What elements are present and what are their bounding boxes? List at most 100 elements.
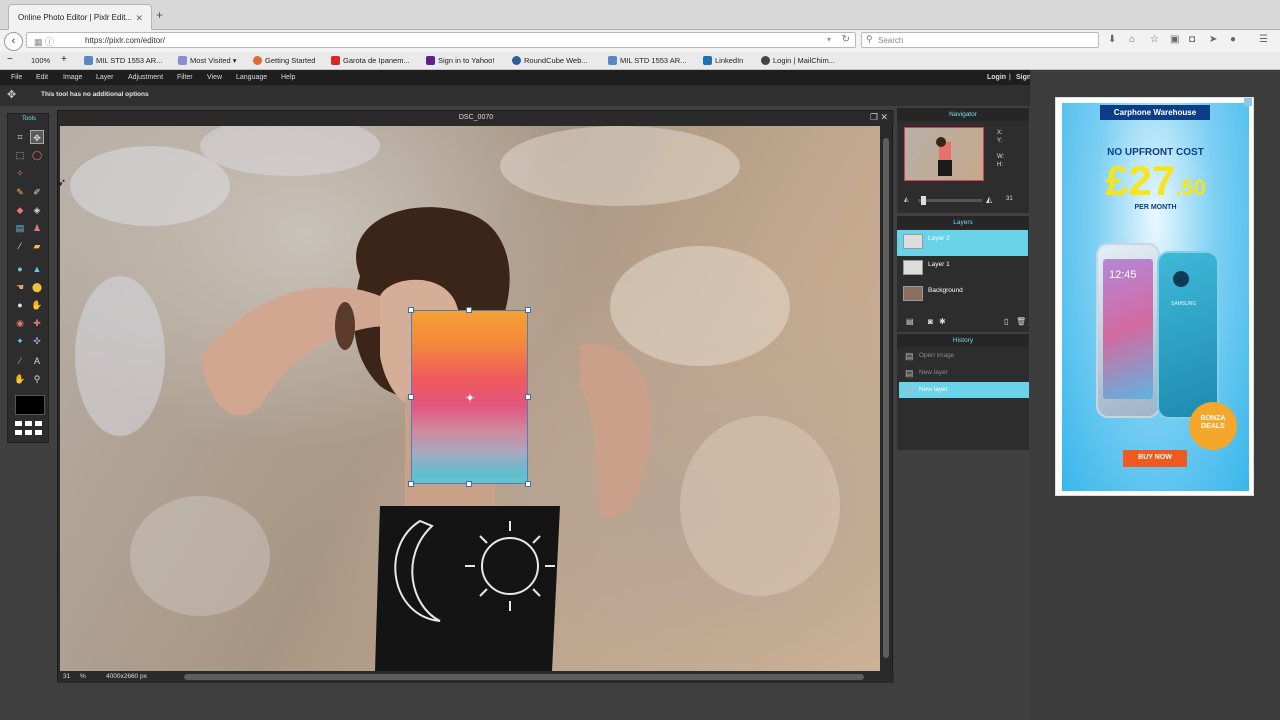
menu-image[interactable]: Image (63, 74, 82, 81)
signup-link[interactable]: Sign (1016, 74, 1031, 81)
transform-handle[interactable] (466, 481, 472, 487)
eraser-tool-icon[interactable]: ◆ (13, 203, 27, 217)
layer-settings-icon[interactable]: ▤ (906, 317, 914, 326)
brush-tool-icon[interactable]: ✐ (30, 185, 44, 199)
zoom-in-button[interactable]: + (61, 54, 67, 65)
advertisement[interactable]: Carphone Warehouse NO UPFRONT COST £27.5… (1055, 97, 1254, 496)
dodge-tool-icon[interactable]: ● (13, 298, 27, 312)
bloat-tool-icon[interactable]: ✦ (13, 334, 27, 348)
menu-layer[interactable]: Layer (96, 74, 114, 81)
redeye-tool-icon[interactable]: ◉ (13, 316, 27, 330)
transform-handle[interactable] (466, 307, 472, 313)
history-item[interactable]: ▤ Open image (899, 348, 1029, 364)
bookmark-item[interactable]: Sign in to Yahoo! (426, 56, 494, 65)
dropdown-arrow-icon[interactable]: ▾ (827, 35, 831, 44)
menu-filter[interactable]: Filter (177, 74, 193, 81)
scroll-thumb[interactable] (883, 138, 889, 658)
transform-handle[interactable] (408, 394, 414, 400)
zoom-value[interactable]: 31 (63, 673, 70, 680)
move-tool-icon[interactable]: ✥ (30, 130, 44, 144)
clipboard-icon[interactable]: ▣ (1170, 34, 1179, 45)
view-mode-icon[interactable] (15, 421, 43, 439)
smudge-tool-icon[interactable]: ☚ (13, 280, 27, 294)
zoom-out-button[interactable]: − (7, 54, 13, 65)
sponge-tool-icon[interactable]: ⬤ (30, 280, 44, 294)
wand-tool-icon[interactable]: ✧ (13, 166, 27, 180)
buy-now-button[interactable]: BUY NOW (1123, 450, 1187, 467)
menu-edit[interactable]: Edit (36, 74, 48, 81)
menu-icon[interactable]: ☰ (1259, 34, 1268, 45)
ad-creative[interactable]: Carphone Warehouse NO UPFRONT COST £27.5… (1062, 103, 1249, 491)
bookmark-item[interactable]: MIL STD 1553 AR... (84, 56, 162, 65)
vertical-scrollbar[interactable] (881, 126, 891, 671)
new-layer-icon[interactable]: ▯ (1004, 317, 1008, 326)
lasso-tool-icon[interactable]: ◯ (30, 148, 44, 162)
stamp-tool-icon[interactable]: ♟ (30, 221, 44, 235)
history-item[interactable]: ▤ New layer (899, 365, 1029, 381)
bookmark-star-icon[interactable]: ☆ (1150, 34, 1159, 45)
bookmark-item[interactable]: RoundCube Web... (512, 56, 588, 65)
transform-handle[interactable] (525, 394, 531, 400)
bookmark-item[interactable]: Most Visited ▾ (178, 56, 237, 65)
menu-help[interactable]: Help (281, 74, 295, 81)
picker-tool-icon[interactable]: ⁄ (13, 239, 27, 253)
layer-row[interactable]: Layer 1 (897, 256, 1028, 282)
zoom-slider[interactable] (918, 196, 982, 205)
history-item[interactable]: ▤ New layer (899, 382, 1029, 398)
pocket-icon[interactable]: ◘ (1189, 34, 1195, 45)
transform-handle[interactable] (408, 481, 414, 487)
search-input[interactable]: ⚲ Search (861, 32, 1099, 48)
bookmark-item[interactable]: LinkedIn (703, 56, 743, 65)
sharpen-tool-icon[interactable]: ▲ (30, 262, 44, 276)
bookmark-item[interactable]: Login | MailChim... (761, 56, 835, 65)
chat-icon[interactable]: ● (1230, 34, 1236, 45)
navigator-zoom-value[interactable]: 31 (1006, 196, 1013, 202)
reload-icon[interactable]: ↻ (842, 34, 850, 45)
gradient-tool-icon[interactable]: ▤ (13, 221, 27, 235)
delete-layer-icon[interactable]: 🗑 (1016, 317, 1026, 326)
type-tool-icon[interactable]: A (30, 354, 44, 368)
login-link[interactable]: Login (987, 74, 1006, 81)
menu-file[interactable]: File (11, 74, 22, 81)
bookmark-item[interactable]: Getting Started (253, 56, 315, 65)
menu-view[interactable]: View (207, 74, 222, 81)
layer-style-icon[interactable]: ✱ (939, 317, 946, 326)
close-icon[interactable]: ✕ (880, 112, 888, 122)
transform-handle[interactable] (525, 307, 531, 313)
url-bar[interactable]: ▦ ⓘ https://pixlr.com/editor/ ▾ ↻ (26, 32, 856, 48)
navigator-thumbnail[interactable] (904, 127, 984, 181)
zoom-large-icon[interactable]: ◭ (986, 195, 992, 204)
crop-tool-icon[interactable]: ⌗ (13, 130, 27, 144)
bookmark-item[interactable]: MIL STD 1553 AR... (608, 56, 686, 65)
spot-heal-tool-icon[interactable]: ✚ (30, 316, 44, 330)
zoom-small-icon[interactable]: ◭ (904, 196, 909, 203)
color-swatch[interactable] (15, 395, 45, 415)
back-button[interactable]: ‹ (4, 32, 23, 51)
menu-language[interactable]: Language (236, 74, 267, 81)
marquee-tool-icon[interactable]: ⬚ (13, 148, 27, 162)
download-icon[interactable]: ⬇ (1108, 34, 1116, 45)
selected-layer-content[interactable]: ✦ (411, 310, 528, 484)
hand-tool-icon[interactable]: ✋ (13, 372, 27, 386)
layer-row[interactable]: Background (897, 282, 1028, 308)
colorpicker-tool-icon[interactable]: ⁄ (13, 354, 27, 368)
horizontal-scrollbar[interactable] (184, 674, 864, 680)
menu-adjustment[interactable]: Adjustment (128, 74, 163, 81)
ad-info-icon[interactable] (1244, 98, 1252, 106)
bookmark-item[interactable]: Garota de Ipanem... (331, 56, 410, 65)
layer-row[interactable]: Layer 2 (897, 230, 1028, 256)
transform-handle[interactable] (525, 481, 531, 487)
zoom-tool-icon[interactable]: ⚲ (30, 372, 44, 386)
bucket-tool-icon[interactable]: ◈ (30, 203, 44, 217)
home-icon[interactable]: ⌂ (1129, 34, 1135, 45)
tab-close-icon[interactable]: ✕ (135, 13, 143, 24)
pencil-tool-icon[interactable]: ✎ (13, 185, 27, 199)
replace-tool-icon[interactable]: ▰ (30, 239, 44, 253)
send-icon[interactable]: ➤ (1209, 34, 1217, 45)
drop-tool-icon[interactable]: ● (13, 262, 27, 276)
pinch-tool-icon[interactable]: ✜ (30, 334, 44, 348)
browser-tab[interactable]: Online Photo Editor | Pixlr Edit... ✕ (8, 4, 152, 31)
transform-handle[interactable] (408, 307, 414, 313)
restore-icon[interactable]: ❐ (870, 112, 878, 122)
burn-tool-icon[interactable]: ✋ (30, 298, 44, 312)
